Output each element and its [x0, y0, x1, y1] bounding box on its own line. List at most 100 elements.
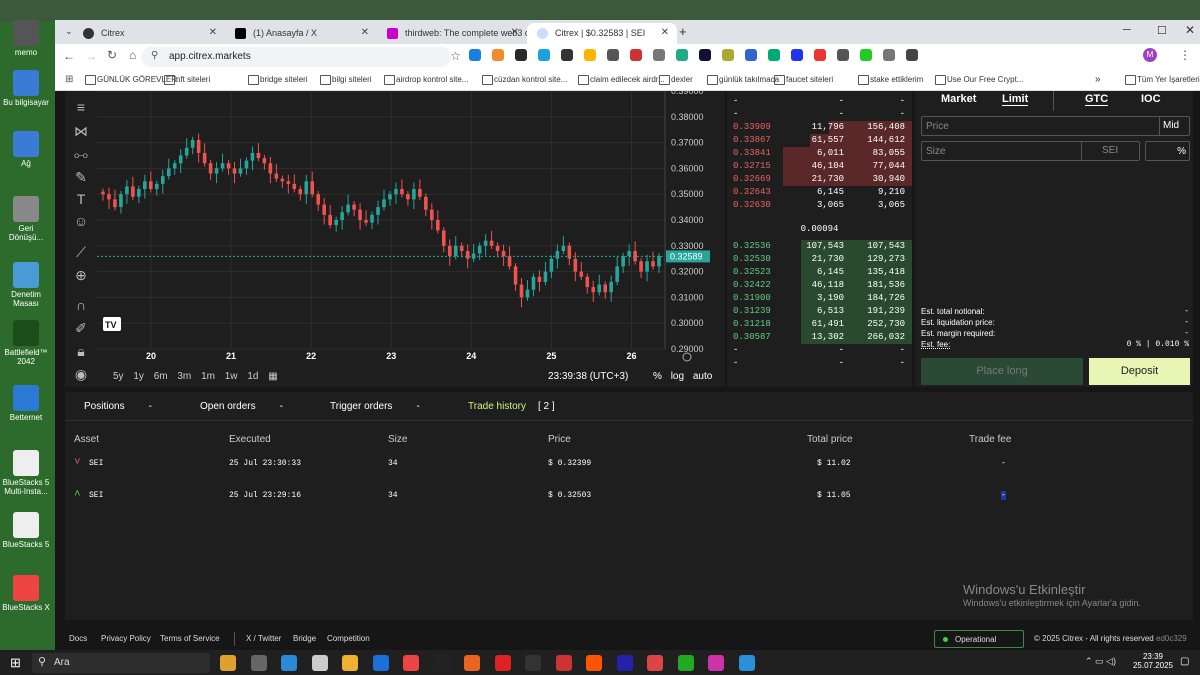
- taskbar-app-icon[interactable]: [494, 655, 511, 671]
- tab-trade-history[interactable]: Trade history [ 2 ]: [468, 401, 555, 412]
- taskbar-app-icon[interactable]: [220, 655, 236, 671]
- extension-icon[interactable]: [515, 49, 527, 61]
- ask-row[interactable]: ---: [727, 95, 912, 108]
- footer-terms-link[interactable]: Terms of Service: [160, 634, 220, 643]
- pattern-tool-icon[interactable]: ⋈: [73, 123, 89, 139]
- start-icon[interactable]: ⊞: [10, 655, 21, 671]
- bookmark-folder[interactable]: bridge siteleri: [248, 75, 308, 85]
- bid-row[interactable]: 0.31218 61,491 252,730: [727, 318, 912, 331]
- ask-row[interactable]: 0.33867 61,557 144,612: [727, 134, 912, 147]
- desktop-icon[interactable]: Battlefield™ 2042: [2, 320, 50, 366]
- period-1d[interactable]: 1d: [247, 371, 258, 382]
- ruler-tool-icon[interactable]: ⟋: [73, 244, 89, 260]
- bookmarks-more-button[interactable]: »: [1095, 74, 1101, 85]
- extension-icon[interactable]: [653, 49, 665, 61]
- period-1w[interactable]: 1w: [225, 371, 238, 382]
- tif-gtc[interactable]: GTC: [1085, 93, 1109, 106]
- ask-row[interactable]: 0.33841 6,011 83,055: [727, 147, 912, 160]
- percent-scale-toggle[interactable]: %: [653, 371, 662, 382]
- bid-row[interactable]: 0.31239 6,513 191,239: [727, 305, 912, 318]
- bookmark-folder[interactable]: Use Our Free Crypt...: [935, 75, 1023, 85]
- home-icon[interactable]: ⌂: [129, 48, 136, 62]
- ask-row[interactable]: 0.33909 11,796 156,408: [727, 121, 912, 134]
- close-icon[interactable]: ✕: [361, 27, 369, 38]
- bid-row[interactable]: 0.31900 3,190 184,726: [727, 292, 912, 305]
- place-long-button[interactable]: Place long: [921, 358, 1083, 385]
- extension-icon[interactable]: [607, 49, 619, 61]
- taskbar-app-icon[interactable]: [647, 655, 663, 671]
- desktop-icon[interactable]: BlueStacks 5 Multi-Insta...: [2, 450, 50, 496]
- extension-icon[interactable]: [469, 49, 481, 61]
- bookmark-folder[interactable]: claim edilecek airdr...: [578, 75, 665, 85]
- back-icon[interactable]: ←: [63, 49, 75, 63]
- tab-citrex-sei[interactable]: Citrex | $0.32583 | SEI ✕: [527, 23, 677, 44]
- bid-row[interactable]: ---: [727, 357, 912, 370]
- extension-icon[interactable]: [745, 49, 757, 61]
- taskbar-app-icon[interactable]: [311, 655, 328, 671]
- taskbar-app-icon[interactable]: [677, 655, 694, 671]
- close-icon[interactable]: ✕: [511, 27, 519, 38]
- desktop-icon[interactable]: Bu bilgisayar: [2, 70, 50, 107]
- extension-icon[interactable]: [814, 49, 826, 61]
- bookmark-folder[interactable]: bilgi siteleri: [320, 75, 372, 85]
- bid-row[interactable]: 0.32422 46,118 181,536: [727, 279, 912, 292]
- new-tab-button[interactable]: +: [679, 24, 687, 39]
- chart-clock[interactable]: 23:39:38 (UTC+3): [548, 371, 628, 382]
- deposit-button[interactable]: Deposit: [1089, 358, 1190, 385]
- taskbar-app-icon[interactable]: [403, 655, 419, 671]
- log-scale-toggle[interactable]: log: [671, 371, 684, 382]
- bookmark-folder[interactable]: airdrop kontrol site...: [384, 75, 468, 85]
- magnet-tool-icon[interactable]: ∩: [73, 297, 89, 313]
- taskbar-app-icon[interactable]: [250, 655, 267, 671]
- desktop-icon[interactable]: Betternet: [2, 385, 50, 422]
- extension-icon[interactable]: [906, 49, 918, 61]
- extension-icon[interactable]: [768, 49, 780, 61]
- taskbar-app-icon[interactable]: [342, 655, 358, 671]
- period-5y[interactable]: 5y: [113, 371, 124, 382]
- reload-icon[interactable]: ↻: [107, 48, 117, 62]
- bookmark-star-icon[interactable]: ☆: [450, 49, 461, 63]
- tab-open-orders[interactable]: Open orders -: [200, 401, 283, 412]
- taskbar-app-icon[interactable]: [738, 655, 755, 671]
- ask-row[interactable]: 0.32643 6,145 9,210: [727, 186, 912, 199]
- bookmark-folder[interactable]: faucet siteleri: [774, 75, 833, 85]
- extension-icon[interactable]: [883, 49, 895, 61]
- period-1y[interactable]: 1y: [133, 371, 144, 382]
- bid-row[interactable]: ---: [727, 344, 912, 357]
- fib-tool-icon[interactable]: ⧟: [73, 146, 89, 162]
- extension-icon[interactable]: [538, 49, 550, 61]
- order-type-limit[interactable]: Limit: [1002, 93, 1029, 106]
- ask-row[interactable]: ---: [727, 108, 912, 121]
- bookmark-folder[interactable]: cüzdan kontrol site...: [482, 75, 567, 85]
- desktop-icon[interactable]: Geri Dönüşü...: [2, 196, 50, 242]
- pencil-lock-icon[interactable]: ✐: [73, 320, 89, 336]
- ask-row[interactable]: 0.32715 46,104 77,044: [727, 160, 912, 173]
- zoom-tool-icon[interactable]: ⊕: [73, 267, 89, 283]
- taskbar-app-icon[interactable]: [525, 655, 541, 671]
- desktop-icon[interactable]: memo: [2, 20, 50, 57]
- extension-icon[interactable]: [492, 49, 504, 61]
- footer-docs-link[interactable]: Docs: [69, 634, 87, 643]
- url-field[interactable]: ⚲ app.citrex.markets ☆: [141, 47, 461, 67]
- tab-trigger-orders[interactable]: Trigger orders -: [330, 401, 420, 412]
- period-1m[interactable]: 1m: [201, 371, 215, 382]
- taskbar-app-icon[interactable]: [616, 655, 633, 671]
- desktop-icon[interactable]: BlueStacks 5: [2, 512, 50, 549]
- profile-avatar[interactable]: M: [1143, 48, 1157, 62]
- taskbar-app-icon[interactable]: [372, 655, 389, 671]
- site-info-icon[interactable]: ⚲: [151, 50, 158, 61]
- taskbar-app-icon[interactable]: [708, 655, 724, 671]
- status-badge[interactable]: Operational: [934, 630, 1024, 648]
- tab-positions[interactable]: Positions -: [84, 401, 152, 412]
- taskbar-app-icon[interactable]: [586, 655, 602, 671]
- candlestick-chart[interactable]: 0.39000 0.38000 0.37000 0.36000 0.35000 0.340…: [97, 91, 725, 363]
- eye-icon[interactable]: ◉: [73, 366, 89, 382]
- text-tool-icon[interactable]: T: [73, 191, 89, 207]
- calendar-icon[interactable]: ▦: [268, 371, 277, 382]
- brush-tool-icon[interactable]: ✎: [73, 169, 89, 185]
- period-3m[interactable]: 3m: [177, 371, 191, 382]
- close-window-icon[interactable]: ✕: [1185, 23, 1195, 37]
- bid-row[interactable]: 0.32536 107,543 107,543: [727, 240, 912, 253]
- all-bookmarks-folder[interactable]: Tüm Yer İşaretleri: [1125, 75, 1200, 85]
- taskbar-app-icon[interactable]: [464, 655, 480, 671]
